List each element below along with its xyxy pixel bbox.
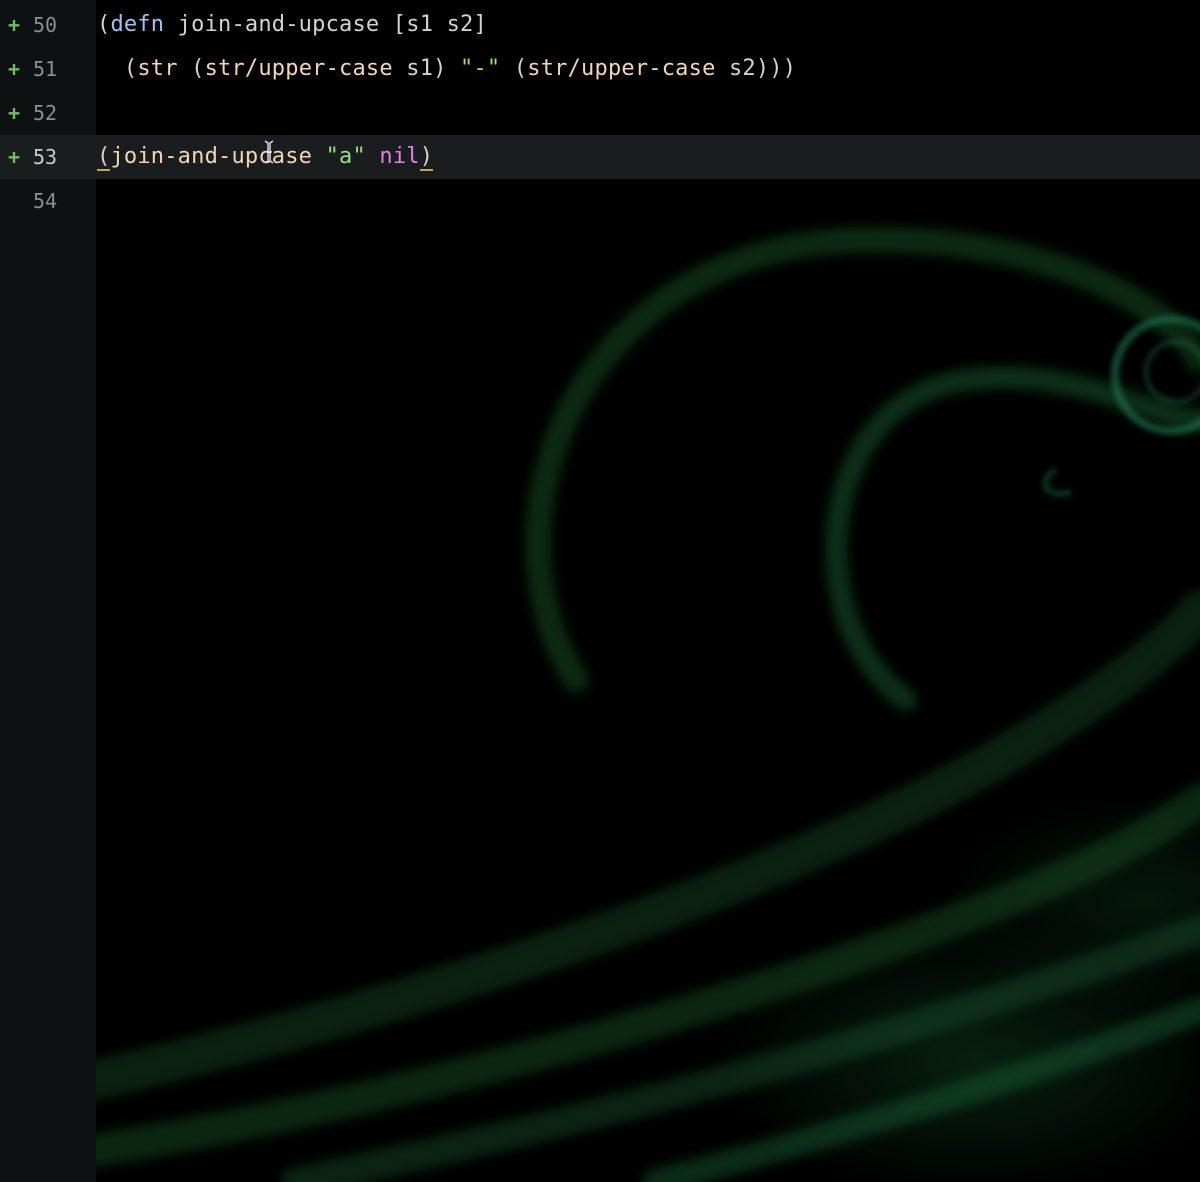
line-number-text: 53 xyxy=(33,145,58,169)
sym-token: s1) xyxy=(392,56,461,81)
line-number-text: 51 xyxy=(33,57,58,81)
code-text[interactable]: (str (str/upper-case s1) "-" (str/upper-… xyxy=(97,47,796,91)
sym-token xyxy=(366,144,379,169)
line-number[interactable]: 54 xyxy=(0,179,96,223)
sym-token: join-and-upcase [s1 s2] xyxy=(164,12,487,37)
line-number[interactable]: +53 xyxy=(0,135,96,179)
paren-token: ( xyxy=(97,56,138,81)
line-number-text: 52 xyxy=(33,101,58,125)
code-line[interactable]: +51 (str (str/upper-case s1) "-" (str/up… xyxy=(0,47,1200,91)
fn-token: join-and-upcase xyxy=(110,144,313,169)
paren-token: ( xyxy=(500,56,528,81)
code-line[interactable]: +50 (defn join-and-upcase [s1 s2] xyxy=(0,3,1200,47)
added-line-marker: + xyxy=(8,145,21,169)
line-number[interactable]: +51 xyxy=(0,47,96,91)
added-line-marker: + xyxy=(8,13,21,37)
added-line-marker: + xyxy=(8,101,21,125)
code-text[interactable]: (defn join-and-upcase [s1 s2] xyxy=(97,3,487,47)
line-number-text: 50 xyxy=(33,13,58,37)
matching-bracket: ( xyxy=(97,144,111,171)
nil-token: nil xyxy=(379,144,420,169)
current-line-highlight[interactable]: +53 (join-and-upcase "a" nil) xyxy=(0,135,1200,179)
fn-token: str/upper-case xyxy=(204,56,393,81)
line-number-text: 54 xyxy=(33,189,58,213)
sym-token xyxy=(312,144,325,169)
matching-bracket: ) xyxy=(419,144,434,171)
str-token: "a" xyxy=(325,144,366,169)
paren-token: ( xyxy=(97,12,111,37)
line-number[interactable]: +52 xyxy=(0,91,96,135)
code-line[interactable]: 54 xyxy=(0,179,1200,223)
kw-token: defn xyxy=(110,12,165,37)
text-cursor-icon xyxy=(264,140,274,164)
paren-token: ( xyxy=(177,56,205,81)
str-token: "-" xyxy=(460,56,501,81)
added-line-marker: + xyxy=(8,57,21,81)
fn-token: str xyxy=(137,56,178,81)
line-number[interactable]: +50 xyxy=(0,3,96,47)
fn-token: str/upper-case xyxy=(527,56,716,81)
sym-token: s2))) xyxy=(715,56,797,81)
code-line[interactable]: +52 xyxy=(0,91,1200,135)
